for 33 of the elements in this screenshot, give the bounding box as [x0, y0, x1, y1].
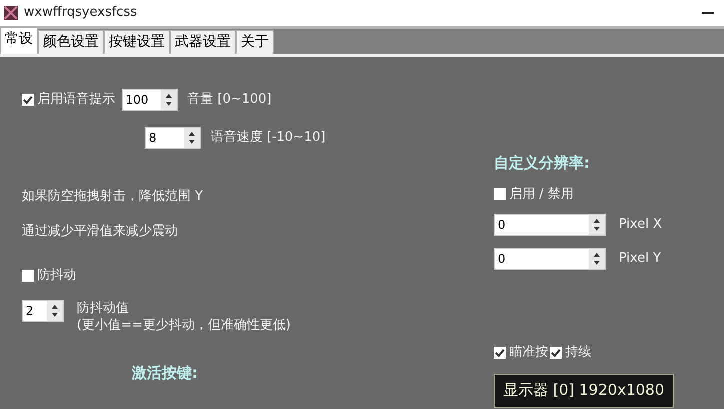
spin-box[interactable]: 2	[22, 300, 64, 322]
tab[interactable]: 武器设置	[170, 30, 236, 54]
note-text: 如果防空拖拽射击，降低范围 Y	[22, 188, 204, 206]
pixel-label: Pixel X	[619, 216, 662, 234]
tab[interactable]: 颜色设置	[38, 30, 104, 54]
note-text: 通过减少平滑值来减少震动	[22, 222, 179, 240]
speed-label: 语音速度 [-10~10]	[210, 129, 326, 148]
tab[interactable]: 按键设置	[104, 30, 170, 54]
anti-shake-hint: (更小值==更少抖动，但准确性更低)	[77, 316, 291, 334]
tab[interactable]: 关于	[236, 30, 274, 54]
checkbox-label: 瞄准按	[509, 344, 548, 362]
checkbox-label: 防抖动	[37, 267, 76, 285]
checkbox[interactable]	[22, 270, 34, 282]
checkbox-label: 启用语音提示	[37, 91, 116, 110]
app-icon	[4, 6, 18, 20]
spin-box[interactable]: 100	[122, 89, 178, 111]
spin-box[interactable]: 0	[494, 214, 606, 236]
checkbox[interactable]	[22, 94, 34, 106]
anti-shake-label: 防抖动值	[77, 300, 130, 316]
display-button[interactable]: 显示器 [0] 1920x1080	[494, 374, 674, 408]
spin-box[interactable]: 8	[145, 127, 201, 149]
checkbox[interactable]	[550, 346, 562, 359]
checkbox-label: 启用 / 禁用	[509, 186, 574, 204]
section-heading: 自定义分辨率:	[494, 153, 590, 174]
pixel-label: Pixel Y	[619, 250, 662, 268]
checkbox[interactable]	[494, 346, 506, 359]
checkbox[interactable]	[494, 188, 506, 200]
section-heading: 激活按键:	[132, 362, 198, 384]
window-title: wxwffrqsyexsfcss	[24, 4, 138, 22]
checkbox-label: 持续	[566, 344, 592, 362]
tab[interactable]: 常设	[0, 27, 38, 54]
spin-box[interactable]: 0	[494, 248, 606, 270]
volume-label: 音量 [0~100]	[188, 91, 272, 110]
